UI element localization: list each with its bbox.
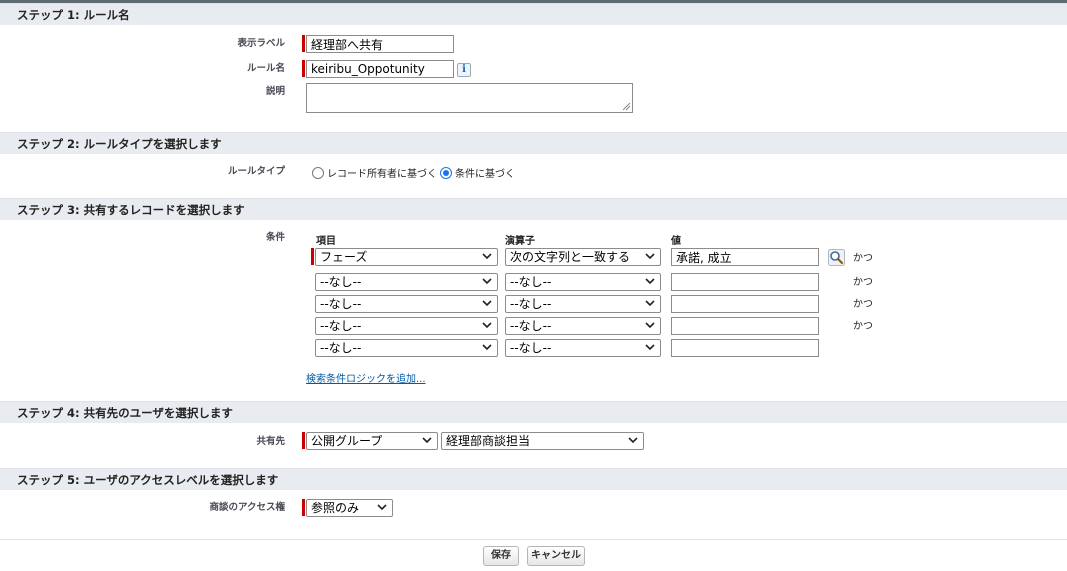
selected-value: --なし--	[510, 341, 552, 355]
required-marker	[311, 248, 314, 265]
criteria-field-select-2[interactable]: --なし--	[315, 273, 498, 291]
radio-criteria-based-label: 条件に基づく	[455, 169, 515, 180]
criteria-value-input-4[interactable]	[671, 317, 819, 335]
access-level-select[interactable]: 参照のみ	[306, 499, 393, 517]
criteria-field-select-1[interactable]: フェーズ	[315, 248, 498, 266]
description-label: 説明	[265, 86, 285, 97]
chevron-down-icon	[645, 344, 655, 351]
required-marker	[302, 60, 305, 77]
criteria-value-input-1[interactable]	[671, 248, 819, 266]
radio-owner-based-label: レコード所有者に基づく	[327, 169, 437, 180]
chevron-down-icon	[645, 322, 655, 329]
description-textarea[interactable]	[306, 83, 633, 113]
share-with-type-select[interactable]: 公開グループ	[306, 432, 438, 450]
footer-divider	[0, 539, 1067, 540]
criteria-value-input-3[interactable]	[671, 295, 819, 313]
chevron-down-icon	[377, 504, 387, 511]
rule-type-label: ルールタイプ	[227, 166, 285, 177]
selected-value: --なし--	[320, 275, 362, 289]
share-with-target-select[interactable]: 経理部商談担当	[441, 432, 644, 450]
criteria-operator-select-3[interactable]: --なし--	[505, 295, 661, 313]
step1-title: ステップ 1: ルール名	[17, 8, 130, 22]
step1-header: ステップ 1: ルール名	[0, 3, 1067, 25]
selected-value: フェーズ	[320, 250, 368, 264]
criteria-value-input-5[interactable]	[671, 339, 819, 357]
selected-value: 次の文字列と一致する	[510, 250, 631, 264]
radio-criteria-based[interactable]	[440, 167, 452, 179]
sharing-rule-form: ステップ 1: ルール名 表示ラベル ルール名 i 説明 ステップ 2: ルール…	[0, 3, 1067, 571]
criteria-value-input-2[interactable]	[671, 273, 819, 291]
column-header-value: 値	[671, 236, 681, 247]
info-icon[interactable]: i	[457, 63, 471, 77]
criteria-field-select-3[interactable]: --なし--	[315, 295, 498, 313]
step4-title: ステップ 4: 共有先のユーザを選択します	[17, 406, 233, 420]
selected-value: --なし--	[320, 319, 362, 333]
display-label-label: 表示ラベル	[237, 38, 285, 49]
criteria-operator-select-2[interactable]: --なし--	[505, 273, 661, 291]
criteria-operator-select-5[interactable]: --なし--	[505, 339, 661, 357]
step4-header: ステップ 4: 共有先のユーザを選択します	[0, 401, 1067, 423]
required-marker	[302, 432, 305, 449]
criteria-label: 条件	[265, 232, 285, 243]
chevron-down-icon	[422, 437, 432, 444]
selected-value: 参照のみ	[311, 501, 360, 515]
radio-owner-based[interactable]	[312, 167, 324, 179]
access-level-label: 商談のアクセス権	[209, 502, 285, 513]
chevron-down-icon	[645, 300, 655, 307]
step3-header: ステップ 3: 共有するレコードを選択します	[0, 198, 1067, 220]
selected-value: --なし--	[320, 341, 362, 355]
chevron-down-icon	[482, 344, 492, 351]
required-marker	[302, 35, 305, 52]
chevron-down-icon	[645, 253, 655, 260]
criteria-operator-select-4[interactable]: --なし--	[505, 317, 661, 335]
column-header-field: 項目	[316, 236, 336, 247]
column-header-operator: 演算子	[505, 236, 535, 247]
share-with-label: 共有先	[256, 436, 285, 447]
display-label-input[interactable]	[306, 35, 454, 53]
criteria-operator-select-1[interactable]: 次の文字列と一致する	[505, 248, 661, 266]
selected-value: --なし--	[320, 297, 362, 311]
resize-grip-icon[interactable]	[622, 102, 631, 111]
selected-value: --なし--	[510, 319, 552, 333]
criteria-field-select-5[interactable]: --なし--	[315, 339, 498, 357]
step2-title: ステップ 2: ルールタイプを選択します	[17, 137, 222, 151]
cancel-button[interactable]: キャンセル	[527, 546, 585, 566]
selected-value: 公開グループ	[311, 434, 383, 448]
selected-value: 経理部商談担当	[446, 434, 531, 448]
required-marker	[302, 499, 305, 516]
and-label: かつ	[853, 299, 873, 310]
selected-value: --なし--	[510, 275, 552, 289]
and-label: かつ	[853, 321, 873, 332]
chevron-down-icon	[628, 437, 638, 444]
criteria-field-select-4[interactable]: --なし--	[315, 317, 498, 335]
step2-header: ステップ 2: ルールタイプを選択します	[0, 132, 1067, 154]
chevron-down-icon	[482, 300, 492, 307]
chevron-down-icon	[482, 253, 492, 260]
and-label: かつ	[853, 253, 873, 264]
step3-title: ステップ 3: 共有するレコードを選択します	[17, 203, 245, 217]
save-button[interactable]: 保存	[483, 546, 519, 566]
chevron-down-icon	[482, 278, 492, 285]
chevron-down-icon	[645, 278, 655, 285]
step5-header: ステップ 5: ユーザのアクセスレベルを選択します	[0, 468, 1067, 490]
rule-name-input[interactable]	[306, 60, 454, 78]
lookup-magnifier-icon[interactable]	[828, 249, 845, 266]
rule-name-label: ルール名	[246, 63, 285, 74]
and-label: かつ	[853, 277, 873, 288]
add-filter-logic-link[interactable]: 検索条件ロジックを追加...	[306, 370, 426, 385]
step5-title: ステップ 5: ユーザのアクセスレベルを選択します	[17, 473, 279, 487]
selected-value: --なし--	[510, 297, 552, 311]
chevron-down-icon	[482, 322, 492, 329]
